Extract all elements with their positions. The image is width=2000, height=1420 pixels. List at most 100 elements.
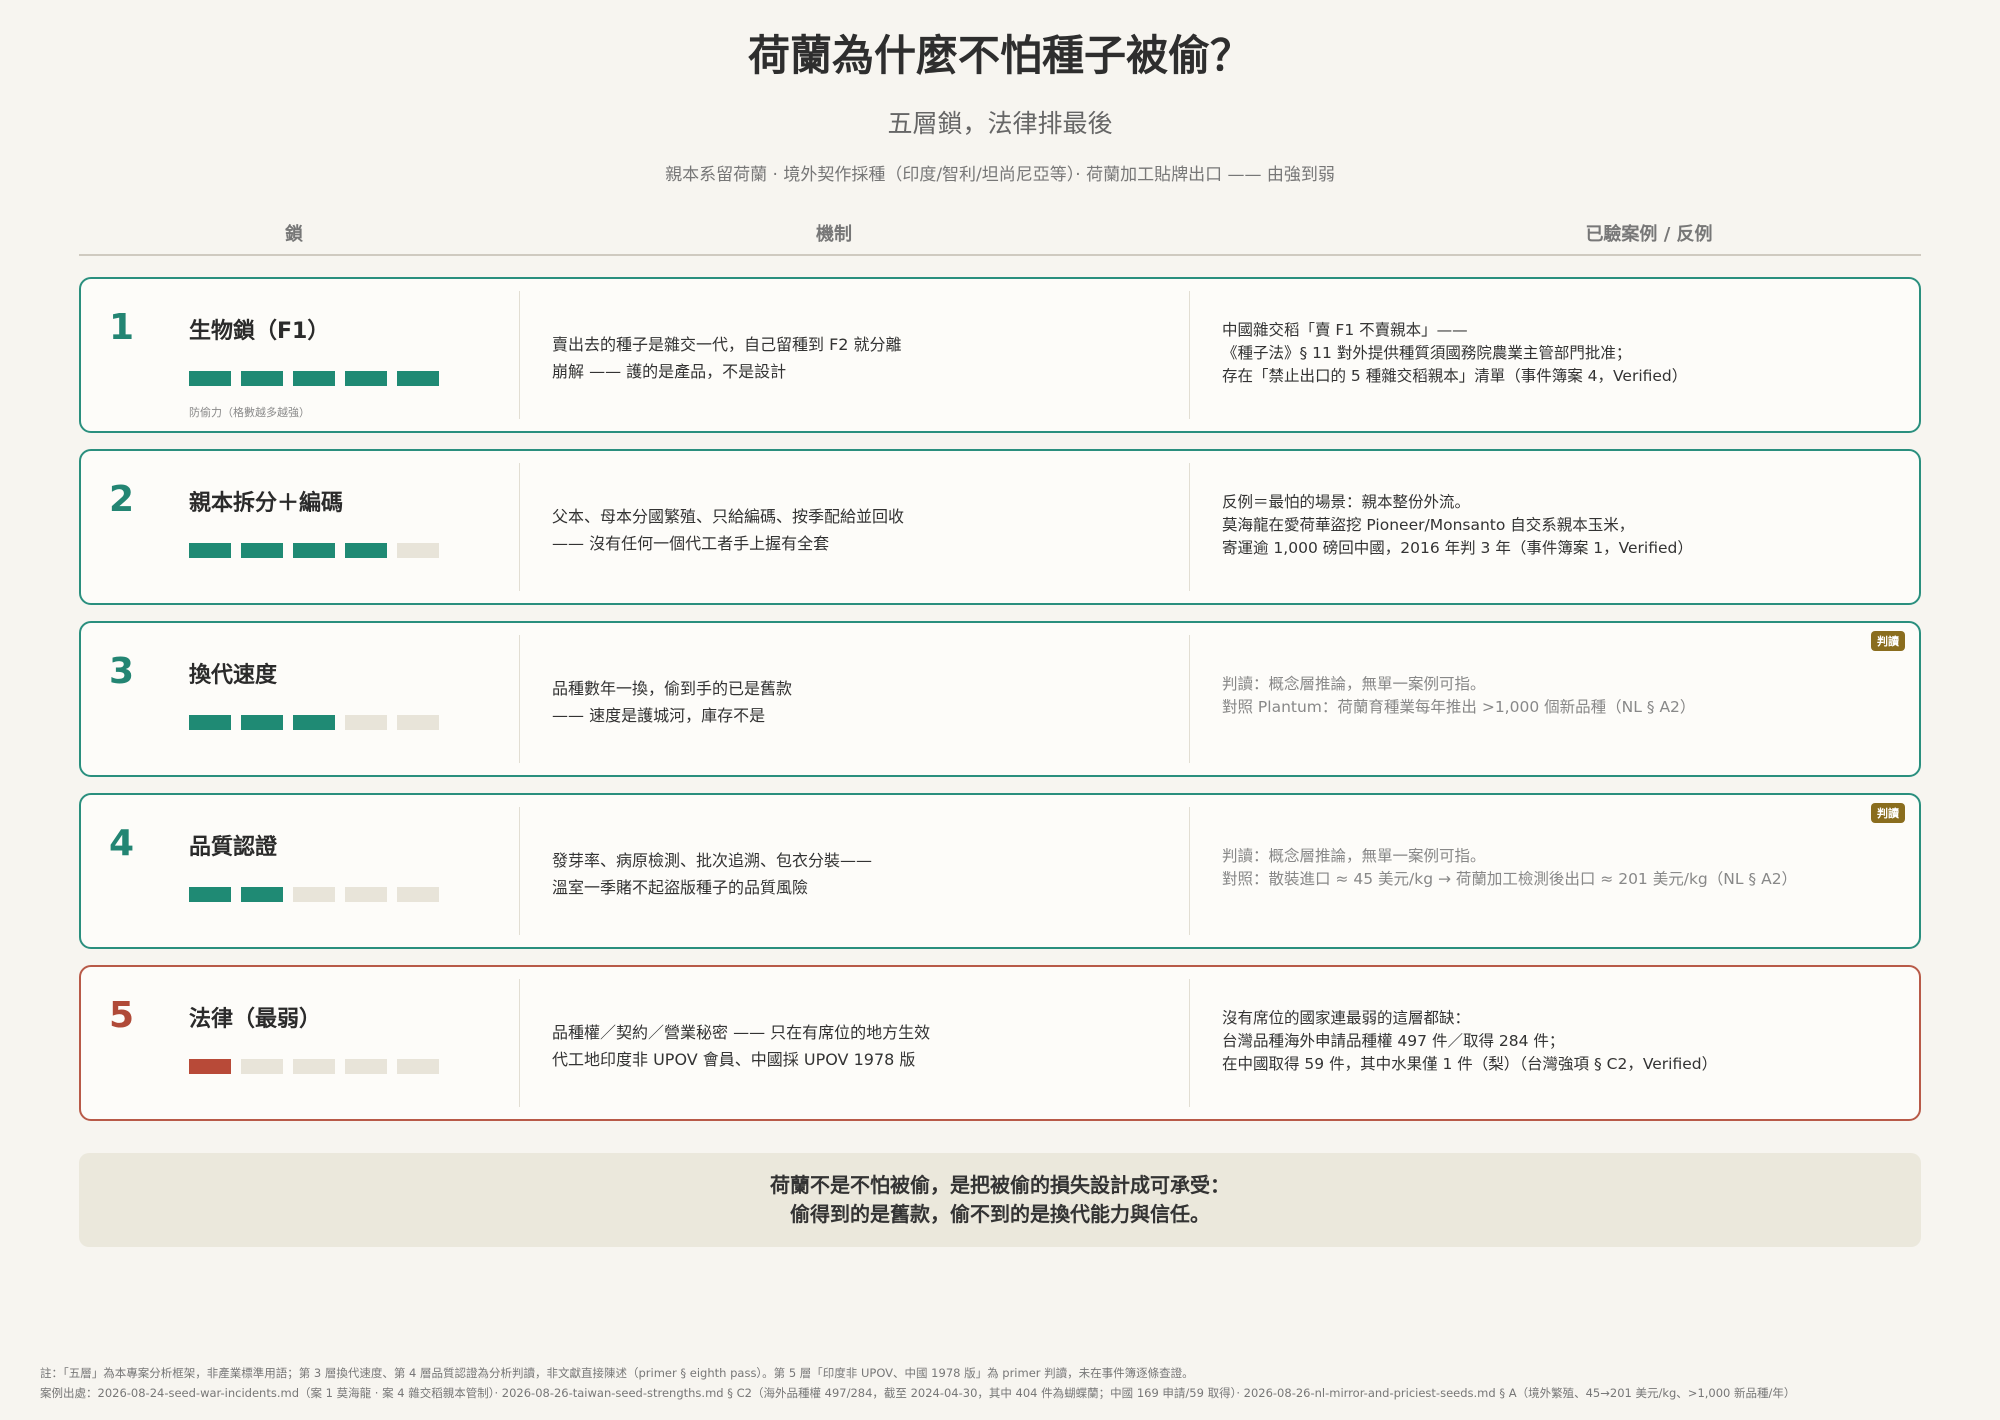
lock-rows: 1 生物鎖（F1） 防偷力（格數越多越強） 賣出去的種子是雜交一代，自己留種到 … [79,277,1921,1137]
column-divider [1189,463,1190,591]
lock-mechanism: 發芽率、病原檢測、批次追溯、包衣分裝—— 溫室一季賭不起盜版種子的品質風險 [552,847,1152,901]
lock-name: 生物鎖（F1） [189,319,330,344]
conclusion-box: 荷蘭不是不怕被偷，是把被偷的損失設計成可承受： 偷得到的是舊款，偷不到的是換代能… [79,1153,1921,1247]
strength-cell-filled [345,371,387,386]
strength-cell-empty [397,1059,439,1074]
strength-cell-empty [397,887,439,902]
lock-number: 4 [109,823,135,864]
column-header-mechanism: 機制 [816,224,852,245]
lock-mechanism: 父本、母本分國繁殖、只給編碼、按季配給並回收 —— 沒有任何一個代工者手上握有全… [552,503,1152,557]
column-header-cases: 已驗案例 / 反例 [1585,224,1713,245]
lock-row-4: 判讀 4 品質認證 發芽率、病原檢測、批次追溯、包衣分裝—— 溫室一季賭不起盜版… [79,793,1921,949]
mechanism-line: 發芽率、病原檢測、批次追溯、包衣分裝—— [552,851,873,870]
case-line: 反例＝最怕的場景：親本整份外流。 [1222,493,1471,511]
footnote-line: 註：「五層」為本專案分析框架，非產業標準用語；第 3 層換代速度、第 4 層品質… [40,1366,1194,1380]
lock-name: 品質認證 [189,835,278,860]
column-divider [1189,635,1190,763]
lock-name: 親本拆分＋編碼 [189,491,344,516]
lock-mechanism: 賣出去的種子是雜交一代，自己留種到 F2 就分離 崩解 —— 護的是產品，不是設… [552,331,1152,385]
column-headers: 鎖 機制 已驗案例 / 反例 [79,218,1921,256]
column-divider [1189,807,1190,935]
column-divider [519,635,520,763]
strength-cell-filled [189,371,231,386]
lock-cases: 判讀：概念層推論，無單一案例可指。 對照 Plantum：荷蘭育種業每年推出 >… [1222,673,1882,719]
lock-number: 3 [109,651,135,692]
lock-mechanism: 品種權／契約／營業秘密 —— 只在有席位的地方生效 代工地印度非 UPOV 會員… [552,1019,1152,1073]
strength-cell-filled [293,543,335,558]
mechanism-line: 賣出去的種子是雜交一代，自己留種到 F2 就分離 [552,335,902,354]
footnotes: 註：「五層」為本專案分析框架，非產業標準用語；第 3 層換代速度、第 4 層品質… [40,1363,1990,1403]
column-divider [519,807,520,935]
case-line: 沒有席位的國家連最弱的這層都缺： [1222,1009,1471,1027]
page-subtitle: 五層鎖，法律排最後 [887,109,1113,138]
mechanism-line: 品種權／契約／營業秘密 —— 只在有席位的地方生效 [552,1023,931,1042]
mechanism-line: 崩解 —— 護的是產品，不是設計 [552,362,787,381]
case-line: 台灣品種海外申請品種權 497 件／取得 284 件； [1222,1032,1565,1050]
strength-cell-empty [345,715,387,730]
case-line: 判讀：概念層推論，無單一案例可指。 [1222,675,1486,693]
strength-cell-empty [345,887,387,902]
lock-name: 換代速度 [189,663,278,688]
strength-cell-filled [293,715,335,730]
strength-bar-note: 防偷力（格數越多越強） [189,406,310,419]
lock-row-3: 判讀 3 換代速度 品種數年一換，偷到手的已是舊款 —— 速度是護城河，庫存不是… [79,621,1921,777]
column-divider [1189,979,1190,1107]
conclusion-line: 荷蘭不是不怕被偷，是把被偷的損失設計成可承受： [770,1173,1230,1197]
lock-row-5: 5 法律（最弱） 品種權／契約／營業秘密 —— 只在有席位的地方生效 代工地印度… [79,965,1921,1121]
page-tagline: 親本系留荷蘭 · 境外契作採種（印度/智利/坦尚尼亞等）· 荷蘭加工貼牌出口 —… [665,165,1335,185]
strength-cell-empty [345,1059,387,1074]
lock-number: 2 [109,479,135,520]
lock-number: 1 [109,307,135,348]
strength-cell-filled [241,887,283,902]
case-line: 存在「禁止出口的 5 種雜交稻親本」清單（事件簿案 4，Verified） [1222,367,1688,385]
column-divider [519,979,520,1107]
lock-name: 法律（最弱） [189,1007,322,1032]
column-divider [1189,291,1190,419]
strength-cell-empty [293,1059,335,1074]
lock-mechanism: 品種數年一換，偷到手的已是舊款 —— 速度是護城河，庫存不是 [552,675,1152,729]
lock-row-2: 2 親本拆分＋編碼 父本、母本分國繁殖、只給編碼、按季配給並回收 —— 沒有任何… [79,449,1921,605]
strength-cell-filled [189,1059,231,1074]
column-divider [519,463,520,591]
strength-cell-filled [397,371,439,386]
case-line: 莫海龍在愛荷華盜挖 Pioneer/Monsanto 自交系親本玉米， [1222,516,1635,534]
strength-cell-filled [241,543,283,558]
mechanism-line: 父本、母本分國繁殖、只給編碼、按季配給並回收 [552,507,905,526]
mechanism-line: 品種數年一換，偷到手的已是舊款 [552,679,793,698]
column-divider [519,291,520,419]
mechanism-line: 代工地印度非 UPOV 會員、中國採 UPOV 1978 版 [552,1050,916,1069]
case-line: 對照：散裝進口 ≈ 45 美元/kg → 荷蘭加工檢測後出口 ≈ 201 美元/… [1222,870,1798,888]
judgement-badge: 判讀 [1871,631,1905,651]
lock-cases: 沒有席位的國家連最弱的這層都缺： 台灣品種海外申請品種權 497 件／取得 28… [1222,1007,1882,1076]
case-line: 《種子法》§ 11 對外提供種質須國務院農業主管部門批准； [1222,344,1632,362]
strength-cell-filled [293,371,335,386]
lock-number: 5 [109,995,135,1036]
strength-cell-empty [397,715,439,730]
lock-cases: 反例＝最怕的場景：親本整份外流。 莫海龍在愛荷華盜挖 Pioneer/Monsa… [1222,491,1882,560]
case-line: 對照 Plantum：荷蘭育種業每年推出 >1,000 個新品種（NL § A2… [1222,698,1696,716]
lock-cases: 判讀：概念層推論，無單一案例可指。 對照：散裝進口 ≈ 45 美元/kg → 荷… [1222,845,1882,891]
strength-cell-filled [189,887,231,902]
strength-cell-filled [189,543,231,558]
conclusion-line: 偷得到的是舊款，偷不到的是換代能力與信任。 [790,1202,1210,1226]
strength-cell-filled [189,715,231,730]
mechanism-line: —— 沒有任何一個代工者手上握有全套 [552,534,830,553]
footnote-line: 案例出處：2026-08-24-seed-war-incidents.md（案 … [40,1386,1796,1400]
case-line: 判讀：概念層推論，無單一案例可指。 [1222,847,1486,865]
judgement-badge: 判讀 [1871,803,1905,823]
mechanism-line: 溫室一季賭不起盜版種子的品質風險 [552,878,809,897]
strength-cell-filled [241,371,283,386]
mechanism-line: —— 速度是護城河，庫存不是 [552,706,766,725]
strength-cell-empty [293,887,335,902]
strength-cell-filled [345,543,387,558]
case-line: 寄運逾 1,000 磅回中國，2016 年判 3 年（事件簿案 1，Verifi… [1222,539,1693,557]
page-title: 荷蘭為什麼不怕種子被偷？ [747,31,1252,80]
case-line: 中國雜交稻「賣 F1 不賣親本」—— [1222,321,1468,339]
strength-cell-empty [397,543,439,558]
lock-row-1: 1 生物鎖（F1） 防偷力（格數越多越強） 賣出去的種子是雜交一代，自己留種到 … [79,277,1921,433]
strength-cell-empty [241,1059,283,1074]
lock-cases: 中國雜交稻「賣 F1 不賣親本」—— 《種子法》§ 11 對外提供種質須國務院農… [1222,319,1882,388]
column-header-lock: 鎖 [285,224,303,245]
case-line: 在中國取得 59 件，其中水果僅 1 件（梨）（台灣強項 § C2，Verifi… [1222,1055,1718,1073]
strength-cell-filled [241,715,283,730]
